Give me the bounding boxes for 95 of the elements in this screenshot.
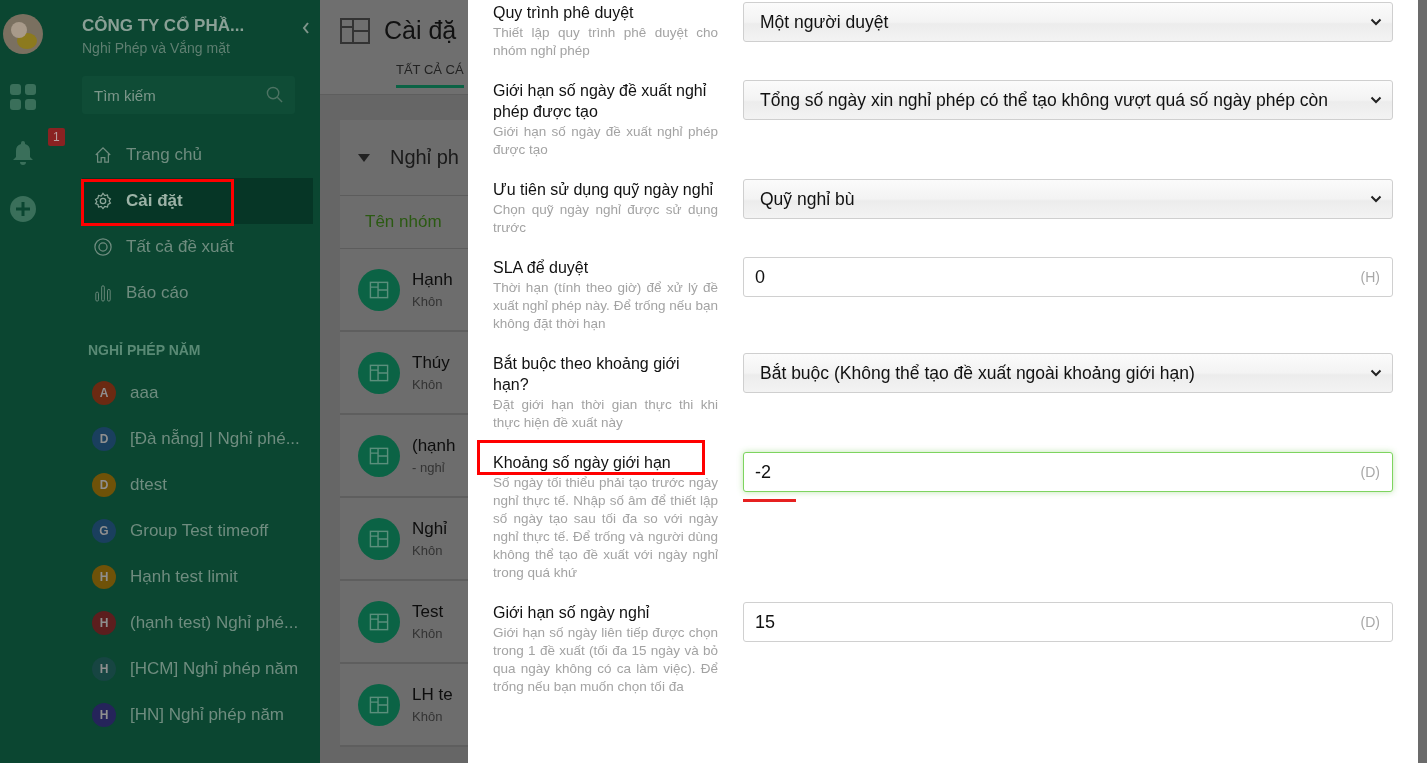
group-item[interactable]: H Hạnh test limit — [82, 554, 320, 600]
initial-avatar: A — [92, 381, 116, 405]
section-title: NGHỈ PHÉP NĂM — [88, 342, 202, 358]
settings-icon — [94, 192, 112, 210]
group-name: [Đà nẵng] | Nghỉ phé... — [130, 429, 300, 449]
setting-title: Giới hạn số ngày đề xuất nghỉ phép được tạo — [493, 81, 708, 122]
chevron-down-icon — [1370, 369, 1382, 377]
page-title: Cài đặ — [384, 16, 457, 45]
input-field[interactable]: -2 (D) — [743, 452, 1393, 492]
group-subtitle: Khôn — [412, 709, 444, 724]
layout-icon — [358, 600, 400, 643]
nav-item[interactable]: Báo cáo — [82, 270, 313, 316]
group-name: [HN] Nghỉ phép năm — [130, 705, 285, 725]
nav-item[interactable]: Trang chủ — [82, 132, 313, 178]
column-header: Tên nhóm — [365, 212, 442, 232]
layout-icon — [358, 434, 400, 477]
select-field[interactable]: Tổng số ngày xin nghỉ phép có thể tạo không vượt quá số ngày phép còn — [743, 80, 1393, 120]
select-field[interactable]: Quỹ nghỉ bù — [743, 179, 1393, 219]
group-subtitle: Khôn — [412, 294, 444, 309]
group-title: Thúy — [412, 353, 450, 373]
setting-title: Ưu tiên sử dụng quỹ ngày nghỉ — [493, 180, 714, 200]
nav-item[interactable]: Tất cả đề xuất — [82, 224, 313, 270]
annotation-underline — [743, 499, 796, 502]
chevron-down-icon — [1370, 18, 1382, 26]
setting-title: Quy trình phê duyệt — [493, 3, 634, 23]
setting-title: Giới hạn số ngày nghỉ — [493, 603, 650, 623]
group-subtitle: Khôn — [412, 377, 444, 392]
group-name: Group Test timeoff — [130, 521, 269, 541]
initial-avatar: H — [92, 611, 116, 635]
initial-avatar: G — [92, 519, 116, 543]
group-item[interactable]: A aaa — [82, 370, 320, 416]
group-item[interactable]: H [HCM] Nghỉ phép năm — [82, 646, 320, 692]
select-field[interactable]: Bắt buộc (Không thể tạo đề xuất ngoài khoảng giới hạn) — [743, 353, 1393, 393]
initial-avatar: H — [92, 565, 116, 589]
group-item[interactable]: D dtest — [82, 462, 320, 508]
setting-title: SLA để duyệt — [493, 258, 589, 278]
group-subtitle: - nghỉ — [412, 460, 446, 475]
notification-badge: 1 — [48, 128, 65, 146]
input-field[interactable]: 0 (H) — [743, 257, 1393, 297]
bar-chart-icon — [94, 284, 112, 302]
collapse-icon[interactable] — [302, 22, 310, 34]
tab[interactable]: TẤT CẢ CÁ — [396, 62, 464, 88]
group-name: aaa — [130, 383, 159, 403]
setting-description: Thời hạn (tính theo giờ) để xử lý đề xuất nghỉ phép này. Để trống nếu bạn không đặt thời hạn — [493, 279, 718, 333]
setting-description: Giới hạn số ngày đề xuất nghỉ phép được tạo — [493, 123, 718, 159]
initial-avatar: D — [92, 427, 116, 451]
group-title: LH te — [412, 685, 453, 705]
layout-icon — [358, 268, 400, 311]
group-title: Hạnh — [412, 270, 453, 290]
company-name: CÔNG TY CỔ PHẦ... — [82, 16, 246, 36]
group-name: (hạnh test) Nghỉ phé... — [130, 613, 299, 633]
home-icon — [94, 146, 112, 164]
search-icon — [266, 86, 283, 103]
add-icon[interactable] — [10, 196, 36, 222]
apps-grid-icon[interactable] — [10, 84, 36, 110]
unit-label: (D) — [1360, 614, 1380, 630]
group-name: Hạnh test limit — [130, 567, 238, 587]
group-name: [HCM] Nghỉ phép năm — [130, 659, 299, 679]
layout-icon — [358, 683, 400, 726]
setting-description: Giới hạn số ngày liên tiếp được chọn trong 1 đề xuất (tối đa 15 ngày và bỏ qua ngày không có ca làm việc). Để trống nếu bạn muốn chọn tối đa — [493, 624, 718, 696]
setting-description: Thiết lập quy trình phê duyệt cho nhóm nghỉ phép — [493, 24, 718, 60]
nav-item[interactable]: Cài đặt — [82, 178, 313, 224]
initial-avatar: H — [92, 657, 116, 681]
chevron-down-icon — [1370, 195, 1382, 203]
setting-description: Số ngày tối thiểu phải tạo trước ngày nghỉ thực tế. Nhập số âm để thiết lập số ngày tạo sau tối đa so với ngày nghỉ thực tế. Để trống và người dùng không thể tạo đề xuất với ngày nghỉ trong quá khứ — [493, 474, 718, 582]
initial-avatar: H — [92, 703, 116, 727]
unit-label: (H) — [1360, 269, 1380, 285]
layout-icon — [358, 351, 400, 394]
input-field[interactable]: 15 (D) — [743, 602, 1393, 642]
group-item[interactable]: D [Đà nẵng] | Nghỉ phé... — [82, 416, 320, 462]
target-icon — [94, 238, 112, 256]
caret-icon[interactable] — [358, 153, 370, 162]
card-title: Nghỉ ph — [390, 146, 459, 169]
group-title: Test — [412, 602, 444, 622]
group-title: Nghỉ — [412, 519, 447, 539]
initial-avatar: D — [92, 473, 116, 497]
group-item[interactable]: H [HN] Nghỉ phép năm — [82, 692, 320, 738]
select-field[interactable]: Một người duyệt — [743, 2, 1393, 42]
layout-icon — [358, 517, 400, 560]
group-item[interactable]: H (hạnh test) Nghỉ phé... — [82, 600, 320, 646]
unit-label: (D) — [1360, 464, 1380, 480]
group-item[interactable]: G Group Test timeoff — [82, 508, 320, 554]
setting-description: Chọn quỹ ngày nghỉ được sử dụng trước — [493, 201, 718, 237]
setting-title: Bắt buộc theo khoảng giới hạn? — [493, 353, 681, 395]
setting-title: Khoảng số ngày giới hạn — [493, 453, 671, 473]
setting-description: Đặt giới hạn thời gian thực thi khi thực hiện đề xuất này — [493, 396, 718, 432]
layout-icon — [340, 17, 370, 44]
group-name: dtest — [130, 475, 167, 495]
search-field[interactable]: Tìm kiếm — [82, 76, 295, 114]
group-subtitle: Khôn — [412, 626, 444, 641]
avatar-icon[interactable] — [3, 14, 43, 54]
chevron-down-icon — [1370, 96, 1382, 104]
group-title: (hạnh — [412, 436, 456, 456]
group-subtitle: Khôn — [412, 543, 444, 558]
app-name: Nghỉ Phép và Vắng mặt — [82, 40, 231, 56]
